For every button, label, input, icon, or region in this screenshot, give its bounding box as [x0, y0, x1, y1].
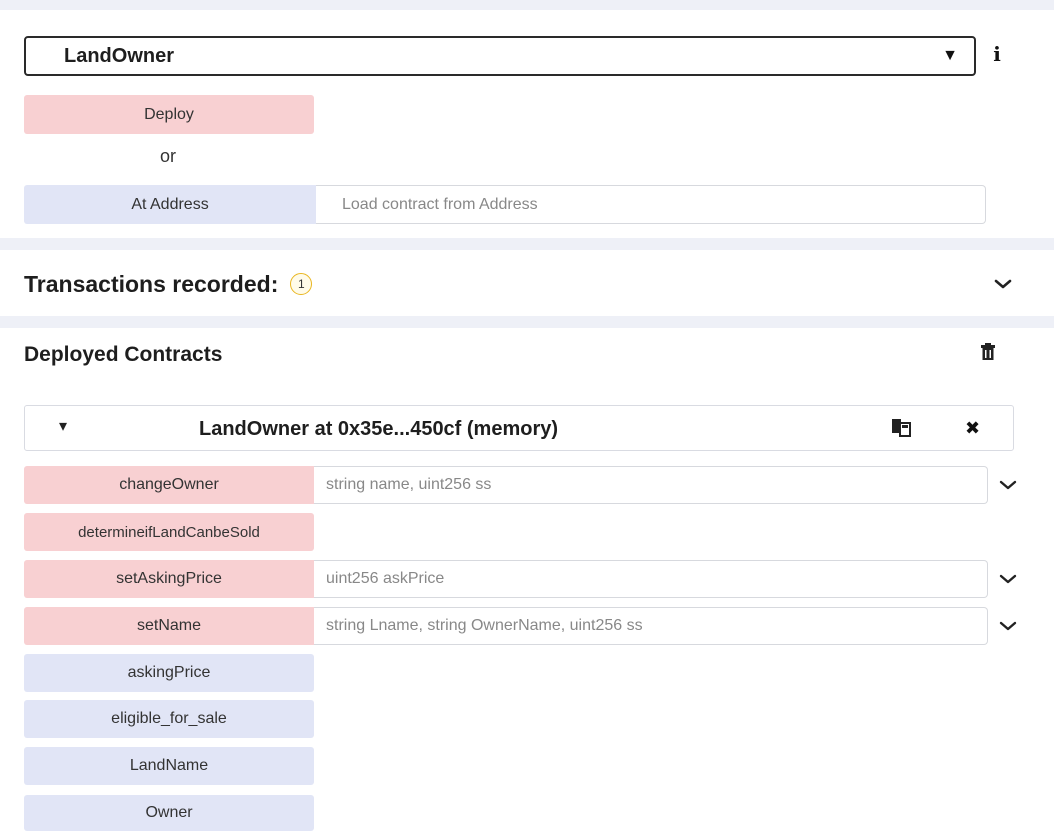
- info-icon[interactable]: i: [988, 42, 1006, 68]
- contract-select[interactable]: LandOwner ▼: [24, 36, 976, 76]
- setname-input[interactable]: string Lname, string OwnerName, uint256 …: [314, 607, 988, 645]
- function-row-setaskingprice: setAskingPrice uint256 askPrice: [24, 560, 1034, 600]
- chevron-down-icon[interactable]: [999, 479, 1017, 491]
- deploy-button[interactable]: Deploy: [24, 95, 314, 134]
- instance-toggle[interactable]: ▾: [59, 416, 67, 436]
- top-separator: [0, 0, 1054, 10]
- close-icon[interactable]: ✖: [965, 418, 980, 439]
- transactions-header[interactable]: Transactions recorded: 1: [24, 266, 1014, 302]
- function-row-setname: setName string Lname, string OwnerName, …: [24, 607, 1034, 647]
- trash-icon[interactable]: [980, 343, 996, 361]
- owner-button[interactable]: Owner: [24, 795, 314, 831]
- transactions-label: Transactions recorded:: [24, 270, 279, 297]
- deployed-contracts-title: Deployed Contracts: [24, 343, 223, 366]
- chevron-down-icon: [994, 279, 1012, 289]
- copy-icon[interactable]: [892, 419, 912, 437]
- determineiflandcanbesold-button[interactable]: determineifLandCanbeSold: [24, 513, 314, 551]
- setaskingprice-button[interactable]: setAskingPrice: [24, 560, 314, 598]
- eligible-for-sale-button[interactable]: eligible_for_sale: [24, 700, 314, 738]
- setname-button[interactable]: setName: [24, 607, 314, 645]
- function-row-changeowner: changeOwner string name, uint256 ss: [24, 466, 1034, 506]
- transactions-count-badge: 1: [290, 273, 313, 295]
- contract-select-value: LandOwner: [64, 44, 175, 67]
- separator-2: [0, 316, 1054, 328]
- separator-1: [0, 238, 1054, 250]
- askingprice-button[interactable]: askingPrice: [24, 654, 314, 692]
- address-input[interactable]: Load contract from Address: [316, 185, 986, 224]
- setaskingprice-input[interactable]: uint256 askPrice: [314, 560, 988, 598]
- changeowner-button[interactable]: changeOwner: [24, 466, 314, 504]
- changeowner-input[interactable]: string name, uint256 ss: [314, 466, 988, 504]
- determineiflandcanbesold-label: determineifLandCanbeSold: [78, 523, 260, 541]
- chevron-down-icon[interactable]: [999, 620, 1017, 632]
- or-label: or: [160, 146, 177, 166]
- landname-button[interactable]: LandName: [24, 747, 314, 785]
- function-list: changeOwner string name, uint256 ss dete…: [24, 466, 1034, 831]
- chevron-down-icon: ▼: [942, 47, 958, 64]
- at-address-button[interactable]: At Address: [24, 185, 316, 224]
- deployed-instance-row: ▾ LandOwner at 0x35e...450cf (memory) ✖: [24, 405, 1014, 451]
- chevron-down-icon[interactable]: [999, 573, 1017, 585]
- instance-title: LandOwner at 0x35e...450cf (memory): [199, 418, 559, 440]
